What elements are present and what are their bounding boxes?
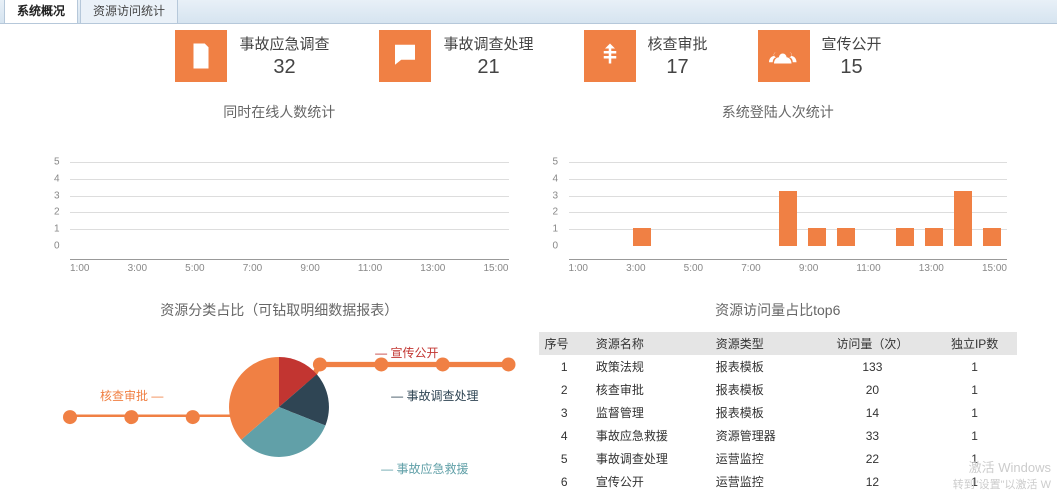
card-value: 17 (648, 56, 708, 79)
cell-no: 2 (539, 378, 590, 401)
table-header-row: 序号 资源名称 资源类型 访问量（次） 独立IP数 (539, 332, 1018, 355)
cell-type: 报表模板 (710, 401, 813, 424)
pie-label-rescue: — 事故应急救援 (381, 460, 468, 477)
cell-name: 政策法规 (590, 355, 710, 378)
card-review-approval[interactable]: 核查审批 17 (584, 30, 708, 82)
cell-name: 监督管理 (590, 401, 710, 424)
chat-icon (379, 30, 431, 82)
cell-ips: 1 (932, 378, 1017, 401)
people-icon (758, 30, 810, 82)
cell-no: 5 (539, 447, 590, 470)
summary-cards: 事故应急调查 32 事故调查处理 21 核查审批 17 宣传公开 15 (0, 24, 1057, 96)
table-row[interactable]: 1政策法规报表模板1331 (539, 355, 1018, 378)
col-visits: 访问量（次） (812, 332, 932, 355)
panel-title: 资源访问量占比top6 (539, 300, 1018, 320)
cell-no: 6 (539, 470, 590, 493)
table-row[interactable]: 4事故应急救援资源管理器331 (539, 424, 1018, 447)
document-icon (175, 30, 227, 82)
cell-visits: 14 (812, 401, 932, 424)
login-bar-chart[interactable]: 5 4 3 2 1 0 (539, 134, 1018, 274)
card-publicity[interactable]: 宣传公开 15 (758, 30, 882, 82)
panel-title: 系统登陆人次统计 (539, 102, 1018, 122)
cell-no: 1 (539, 355, 590, 378)
cell-visits: 133 (812, 355, 932, 378)
cell-name: 事故调查处理 (590, 447, 710, 470)
top6-table: 序号 资源名称 资源类型 访问量（次） 独立IP数 1政策法规报表模板13312… (539, 332, 1018, 493)
cell-type: 报表模板 (710, 378, 813, 401)
cell-type: 运营监控 (710, 470, 813, 493)
card-investigation-handle[interactable]: 事故调查处理 21 (379, 30, 533, 82)
cell-ips: 1 (932, 470, 1017, 493)
pie-label-approval: 核查审批 — (100, 387, 163, 404)
card-value: 32 (239, 56, 329, 79)
money-icon (584, 30, 636, 82)
card-emergency-investigation[interactable]: 事故应急调查 32 (175, 30, 329, 82)
col-type: 资源类型 (710, 332, 813, 355)
tab-system-overview[interactable]: 系统概况 (4, 0, 78, 23)
panel-online-users: 同时在线人数统计 5 4 3 2 1 0 1:00 3:00 5:00 (40, 96, 519, 274)
card-title: 核查审批 (648, 33, 708, 54)
cell-type: 资源管理器 (710, 424, 813, 447)
tab-bar: 系统概况 资源访问统计 (0, 0, 1057, 24)
col-no: 序号 (539, 332, 590, 355)
table-row[interactable]: 5事故调查处理运营监控221 (539, 447, 1018, 470)
pie-label-publicity: — 宣传公开 (375, 344, 438, 361)
cell-type: 运营监控 (710, 447, 813, 470)
cell-no: 4 (539, 424, 590, 447)
col-name: 资源名称 (590, 332, 710, 355)
resource-pie-chart[interactable]: — 宣传公开 — 事故调查处理 — 事故应急救援 核查审批 — (40, 332, 519, 482)
cell-name: 核查审批 (590, 378, 710, 401)
cell-visits: 22 (812, 447, 932, 470)
bar-series (569, 154, 1008, 246)
card-value: 15 (822, 56, 882, 79)
cell-ips: 1 (932, 355, 1017, 378)
cell-visits: 20 (812, 378, 932, 401)
cell-type: 报表模板 (710, 355, 813, 378)
cell-visits: 12 (812, 470, 932, 493)
online-line-chart[interactable]: 5 4 3 2 1 0 1:00 3:00 5:00 7:00 9:0 (40, 134, 519, 274)
panel-login-count: 系统登陆人次统计 5 4 3 2 1 0 (539, 96, 1018, 274)
table-row[interactable]: 6宣传公开运营监控121 (539, 470, 1018, 493)
table-row[interactable]: 2核查审批报表模板201 (539, 378, 1018, 401)
card-title: 宣传公开 (822, 33, 882, 54)
pie-label-handle: — 事故调查处理 (391, 387, 478, 404)
panel-top6-table: 资源访问量占比top6 序号 资源名称 资源类型 访问量（次） 独立IP数 1政… (539, 294, 1018, 493)
card-title: 事故应急调查 (239, 33, 329, 54)
cell-visits: 33 (812, 424, 932, 447)
cell-name: 事故应急救援 (590, 424, 710, 447)
card-value: 21 (443, 56, 533, 79)
cell-ips: 1 (932, 424, 1017, 447)
cell-name: 宣传公开 (590, 470, 710, 493)
card-title: 事故调查处理 (443, 33, 533, 54)
cell-no: 3 (539, 401, 590, 424)
col-ips: 独立IP数 (932, 332, 1017, 355)
tab-resource-stats[interactable]: 资源访问统计 (80, 0, 178, 23)
cell-ips: 1 (932, 401, 1017, 424)
panel-title: 同时在线人数统计 (40, 102, 519, 122)
cell-ips: 1 (932, 447, 1017, 470)
table-row[interactable]: 3监督管理报表模板141 (539, 401, 1018, 424)
